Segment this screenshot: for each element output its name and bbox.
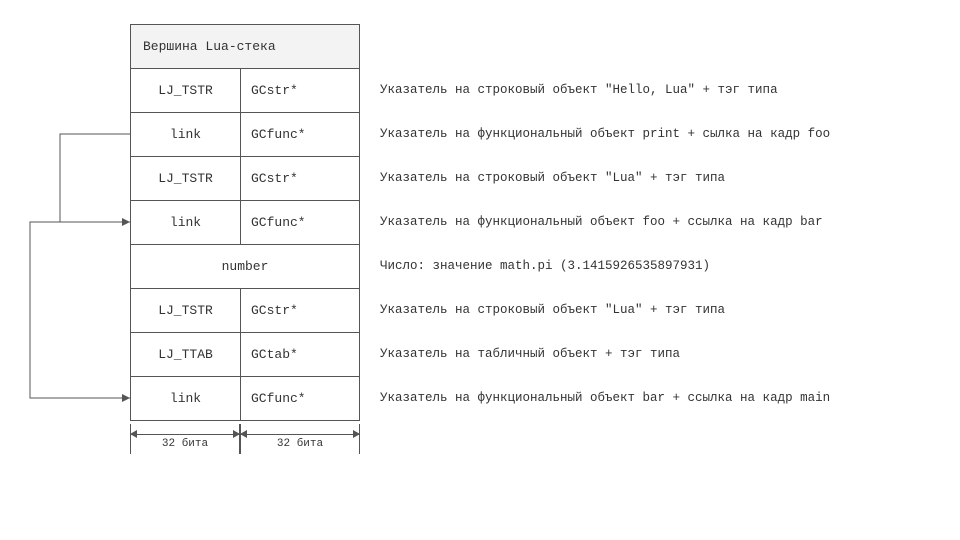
cell-pointer: GCfunc* (241, 201, 359, 244)
cell-tag: LJ_TSTR (131, 69, 241, 112)
stack-row: LJ_TTAB GCtab* (131, 333, 359, 377)
row-description: Число: значение math.pi (3.1415926535897… (380, 244, 940, 288)
cell-tag: link (131, 201, 241, 244)
dim-label-left: 32 бита (130, 438, 240, 450)
cell-tag: link (131, 113, 241, 156)
stack-row: link GCfunc* (131, 201, 359, 245)
stack-row: LJ_TSTR GCstr* (131, 289, 359, 333)
stack-row: link GCfunc* (131, 113, 359, 157)
stack-row: LJ_TSTR GCstr* (131, 157, 359, 201)
row-description: Указатель на строковый объект "Lua" + тэ… (380, 288, 940, 332)
cell-pointer: GCfunc* (241, 113, 359, 156)
stack-header: Вершина Lua-стека (131, 25, 359, 69)
row-description: Указатель на строковый объект "Hello, Lu… (380, 68, 940, 112)
cell-pointer: GCtab* (241, 333, 359, 376)
cell-pointer: GCstr* (241, 157, 359, 200)
stack-row: LJ_TSTR GCstr* (131, 69, 359, 113)
cell-pointer: GCfunc* (241, 377, 359, 420)
stack-header-label: Вершина Lua-стека (143, 39, 276, 54)
frame-link-connectors (0, 24, 130, 444)
row-description: Указатель на функциональный объект print… (380, 112, 940, 156)
stack-table: Вершина Lua-стека LJ_TSTR GCstr* link GC… (130, 24, 360, 421)
row-description: Указатель на табличный объект + тэг типа (380, 332, 940, 376)
cell-full: number (131, 259, 359, 274)
stack-row: number (131, 245, 359, 289)
row-description: Указатель на функциональный объект foo +… (380, 200, 940, 244)
width-dimension: 32 бита 32 бита (130, 424, 360, 454)
row-description: Указатель на функциональный объект bar +… (380, 376, 940, 420)
cell-tag: LJ_TSTR (131, 157, 241, 200)
dim-label-right: 32 бита (240, 438, 360, 450)
cell-pointer: GCstr* (241, 69, 359, 112)
row-description: Указатель на строковый объект "Lua" + тэ… (380, 156, 940, 200)
cell-tag: link (131, 377, 241, 420)
cell-tag: LJ_TTAB (131, 333, 241, 376)
stack-row: link GCfunc* (131, 377, 359, 421)
cell-tag: LJ_TSTR (131, 289, 241, 332)
cell-pointer: GCstr* (241, 289, 359, 332)
